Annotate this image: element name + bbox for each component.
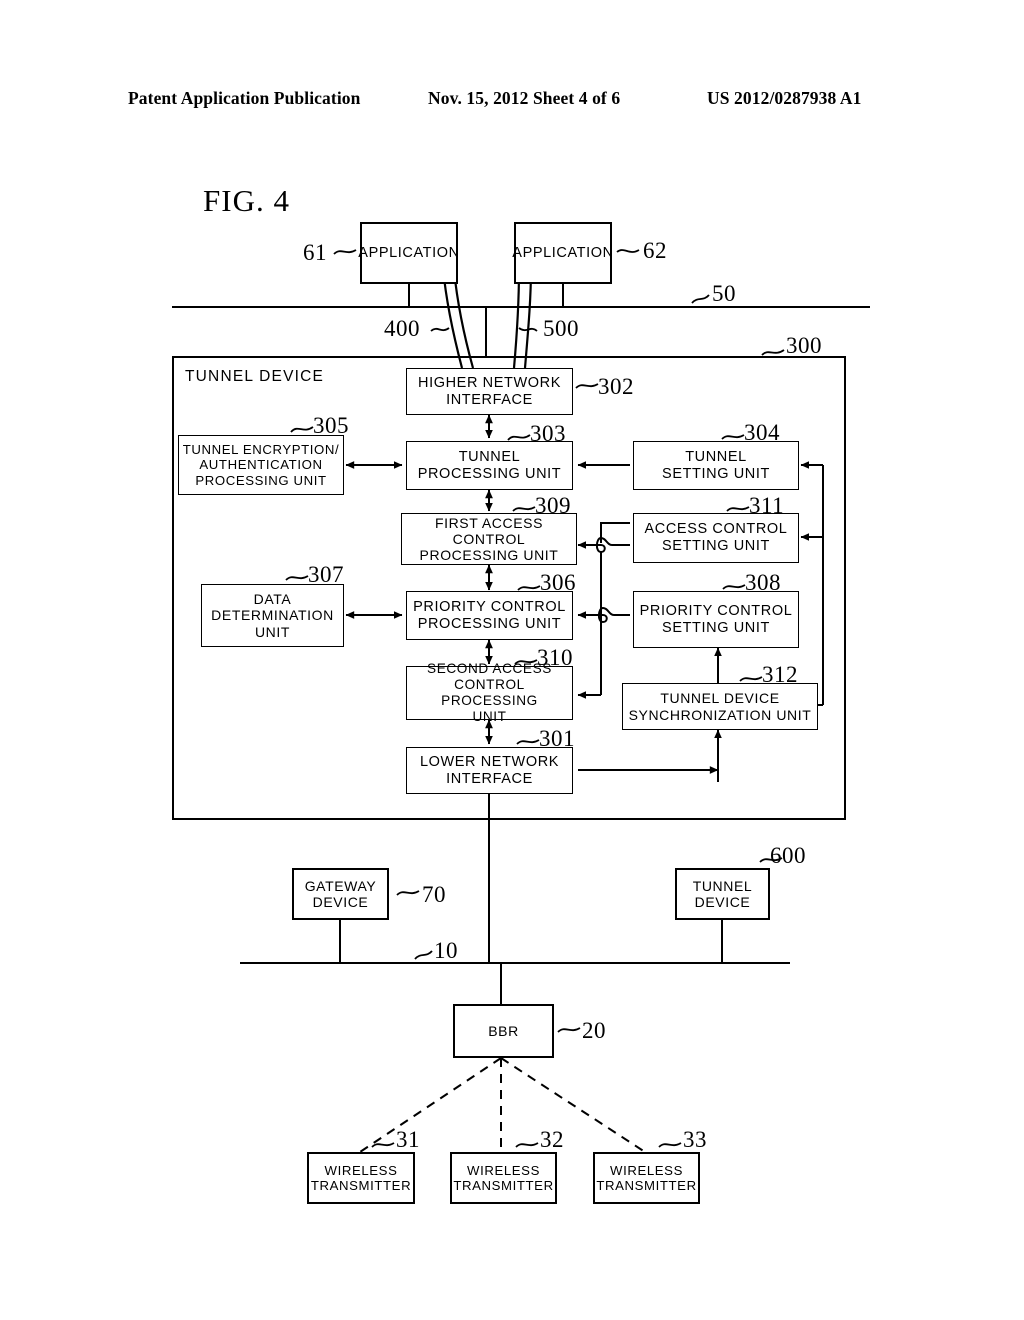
bbr-box[interactable]: BBR [453,1004,554,1058]
data-determination-unit-box[interactable]: DATA DETERMINATION UNIT [201,584,344,647]
tunnel-device-container-label: TUNNEL DEVICE [185,368,325,385]
ref-307: 307 [308,562,344,587]
gateway-device-box[interactable]: GATEWAY DEVICE [292,868,389,920]
ref-304: 304 [744,420,780,445]
ref-400: 400 [384,316,420,341]
access-control-setting-unit-box[interactable]: ACCESS CONTROL SETTING UNIT [633,513,799,563]
ref-10: 10 [434,938,458,963]
application-box-61[interactable]: APPLICATION [358,222,459,284]
priority-control-processing-unit-box[interactable]: PRIORITY CONTROL PROCESSING UNIT [406,591,573,640]
ref-62: 62 [643,238,667,263]
tunnel-encryption-authentication-processing-unit-box[interactable]: TUNNEL ENCRYPTION/ AUTHENTICATION PROCES… [178,435,344,495]
ref-300: 300 [786,333,822,358]
ref-50: 50 [712,281,736,306]
tunnel-device-600-box[interactable]: TUNNEL DEVICE [675,868,770,920]
priority-control-setting-unit-box[interactable]: PRIORITY CONTROL SETTING UNIT [633,591,799,648]
application-box-62[interactable]: APPLICATION [512,222,613,284]
header-publication-type: Patent Application Publication [128,88,361,108]
first-access-control-processing-unit-box[interactable]: FIRST ACCESS CONTROL PROCESSING UNIT [401,513,577,565]
tunnel-setting-unit-box[interactable]: TUNNEL SETTING UNIT [633,441,799,490]
lower-network-interface-box[interactable]: LOWER NETWORK INTERFACE [406,747,573,794]
tunnel-device-synchronization-unit-box[interactable]: TUNNEL DEVICE SYNCHRONIZATION UNIT [622,683,818,730]
ref-33: 33 [683,1127,707,1152]
ref-31: 31 [396,1127,420,1152]
wireless-transmitter-31-box[interactable]: WIRELESS TRANSMITTER [307,1152,415,1204]
ref-310: 310 [537,645,573,670]
ref-312: 312 [762,662,798,687]
ref-600: 600 [770,843,806,868]
ref-303: 303 [530,421,566,446]
ref-305: 305 [313,413,349,438]
header-patent-number: US 2012/0287938 A1 [707,88,862,108]
ref-311: 311 [749,493,785,518]
higher-network-interface-box[interactable]: HIGHER NETWORK INTERFACE [406,368,573,415]
patent-figure-page: Patent Application Publication Nov. 15, … [0,0,1024,1320]
ref-308: 308 [745,570,781,595]
header-date-sheet: Nov. 15, 2012 Sheet 4 of 6 [428,88,621,108]
ref-309: 309 [535,493,571,518]
ref-301: 301 [539,726,575,751]
second-access-control-processing-unit-box[interactable]: SECOND ACCESS CONTROL PROCESSING UNIT [406,661,573,724]
ref-306: 306 [540,570,576,595]
tunnel-processing-unit-box[interactable]: TUNNEL PROCESSING UNIT [406,441,573,490]
ref-302: 302 [598,374,634,399]
ref-32: 32 [540,1127,564,1152]
ref-500: 500 [543,316,579,341]
ref-70: 70 [422,882,446,907]
ref-20: 20 [582,1018,606,1043]
figure-title: FIG. 4 [203,183,290,218]
wireless-transmitter-33-box[interactable]: WIRELESS TRANSMITTER [593,1152,700,1204]
ref-61: 61 [303,240,327,265]
wireless-transmitter-32-box[interactable]: WIRELESS TRANSMITTER [450,1152,557,1204]
